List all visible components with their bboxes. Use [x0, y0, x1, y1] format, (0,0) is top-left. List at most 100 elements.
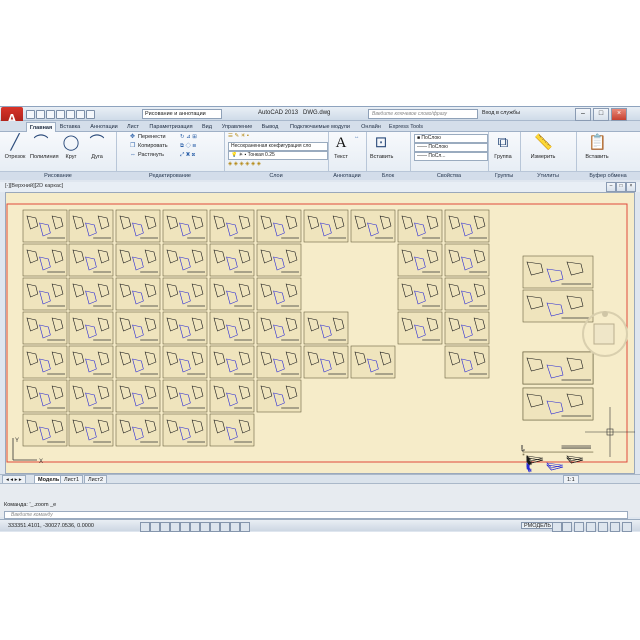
layer-tools-icon[interactable]: ◈ ◈ ◈ ◈ ◈ ◈ — [228, 161, 261, 168]
stretch-button[interactable]: ⇔ Растянуть — [130, 152, 164, 159]
arc-button[interactable]: ⌒ Дуга — [86, 134, 108, 160]
arc-icon: ⌒ — [89, 134, 105, 151]
insert-block-icon: ⊡ — [374, 134, 388, 151]
move-icon: ✥ — [130, 134, 136, 140]
panel-title-clipboard: Буфер обмена — [576, 171, 640, 180]
group-button[interactable]: ⧉ Группа — [492, 134, 514, 160]
polar-icon[interactable] — [180, 522, 190, 532]
drawing-canvas[interactable]: Y X — [5, 192, 635, 474]
open-icon[interactable] — [36, 110, 45, 119]
line-icon: ╱ — [10, 134, 20, 151]
close-icon[interactable]: × — [611, 108, 627, 121]
command-input[interactable]: Введите команду — [4, 511, 628, 519]
ducs-icon[interactable] — [220, 522, 230, 532]
saveas-icon[interactable] — [56, 110, 65, 119]
workspace-switch-icon[interactable] — [586, 522, 596, 532]
paste-icon: 📋 — [588, 134, 607, 151]
tab-view[interactable]: Вид — [199, 122, 215, 132]
color-select[interactable]: ■ ПоСлою — [414, 134, 488, 143]
panel-title-annotation: Аннотации — [328, 171, 366, 180]
tab-insert[interactable]: Вставка — [56, 122, 84, 132]
copy-icon: ❐ — [130, 143, 136, 149]
circle-icon: ◯ — [62, 134, 80, 151]
viewport-restore-icon[interactable]: □ — [616, 182, 626, 192]
scale-icon[interactable]: ⤢ ▣ ⊠ — [180, 152, 195, 159]
viewcube-icon[interactable] — [582, 311, 628, 357]
annotation-visibility-icon[interactable] — [574, 522, 584, 532]
viewport-label[interactable]: [-][Верхний][2D каркас] — [5, 183, 63, 189]
3dosnap-icon[interactable] — [200, 522, 210, 532]
isolate-icon[interactable] — [610, 522, 620, 532]
layout-tabs: ◂ ◂ ▸ ▸ Модель Лист1 Лист2 1:1 — [0, 474, 640, 485]
dimension-icon[interactable]: ↔ — [354, 134, 360, 141]
panel-title-groups: Группы — [488, 171, 520, 180]
status-bar: 333351.4101, -30027.0536, 0.0000 РМОДЕЛЬ — [0, 519, 640, 532]
copy-button[interactable]: ❐ Копировать — [130, 143, 168, 150]
redo-icon[interactable] — [86, 110, 95, 119]
quick-view-layouts-icon[interactable] — [552, 522, 562, 532]
model-button[interactable]: РМОДЕЛЬ — [521, 522, 554, 529]
grid-icon[interactable] — [160, 522, 170, 532]
move-button[interactable]: ✥ Перенести — [130, 134, 166, 141]
line-button[interactable]: ╱ Отрезок — [4, 134, 26, 160]
mirror-icon[interactable]: ⧉ ◇ ⊟ — [180, 143, 196, 150]
insert-block-button[interactable]: ⊡ Вставить — [370, 134, 393, 160]
maximize-icon[interactable]: □ — [593, 108, 609, 121]
tab-annotate[interactable]: Аннотации — [86, 122, 122, 132]
title-bar: Рисование и аннотации AutoCAD 2013 DWG.d… — [0, 107, 640, 121]
undo-icon[interactable] — [76, 110, 85, 119]
layer-state-select[interactable]: Несохраненная конфигурация сло — [228, 142, 328, 151]
sheet-detail — [546, 462, 564, 469]
viewport-minimize-icon[interactable]: – — [606, 182, 616, 192]
lineweight-select[interactable]: —— ПоСл... — [414, 152, 488, 161]
tab-manage[interactable]: Управление — [218, 122, 256, 132]
save-icon[interactable] — [46, 110, 55, 119]
drawing-sheet — [522, 453, 525, 456]
paste-button[interactable]: 📋 Вставить — [584, 134, 610, 160]
group-icon: ⧉ — [497, 134, 509, 151]
dyn-icon[interactable] — [230, 522, 240, 532]
osnap-icon[interactable] — [190, 522, 200, 532]
tab-online[interactable]: Онлайн — [358, 122, 384, 132]
panel-title-layers: Слои — [224, 171, 328, 180]
panel-annotation: A Текст ↔ Аннотации — [328, 132, 367, 180]
circle-button[interactable]: ◯ Круг — [60, 134, 82, 160]
tab-plugins[interactable]: Подключаемые модули — [284, 122, 356, 132]
tab-parametric[interactable]: Параметризация — [144, 122, 198, 132]
polyline-button[interactable]: ⌒ Полилиния — [30, 134, 59, 160]
lock-icon[interactable] — [598, 522, 608, 532]
linetype-select[interactable]: —— ПоСлою — [414, 143, 488, 152]
signin-button[interactable]: Вход в службы — [482, 110, 520, 116]
quick-view-drawings-icon[interactable] — [562, 522, 572, 532]
search-input[interactable]: Введите ключевое слово/фразу — [368, 109, 478, 119]
drawing-sheets — [22, 209, 594, 473]
panel-clipboard: 📋 Вставить Буфер обмена — [576, 132, 640, 180]
plot-icon[interactable] — [66, 110, 75, 119]
clean-screen-icon[interactable] — [622, 522, 632, 532]
workspace-select[interactable]: Рисование и аннотации — [142, 109, 222, 119]
measure-button[interactable]: 📏 Измерить — [528, 134, 558, 160]
tab-express-tools[interactable]: Express Tools — [386, 122, 426, 132]
svg-text:X: X — [39, 459, 43, 465]
panel-layers: ☰ ✎ ☀ ▪ Несохраненная конфигурация сло 💡… — [224, 132, 329, 180]
current-layer-select[interactable]: 💡 ☀ ▪ Тонкая 0.25 — [228, 151, 328, 160]
tab-output[interactable]: Вывод — [258, 122, 282, 132]
panel-title-modify: Редактирование — [116, 171, 224, 180]
tab-layout[interactable]: Лист — [123, 122, 143, 132]
lineweight-icon[interactable] — [240, 522, 250, 532]
svg-text:Y: Y — [15, 438, 19, 444]
command-area: Команда: '_.zoom _e Введите команду — [0, 483, 640, 519]
panel-block: ⊡ Вставить Блок — [366, 132, 411, 180]
panel-title-draw: Рисование — [0, 171, 116, 180]
new-icon[interactable] — [26, 110, 35, 119]
viewport-close-icon[interactable]: × — [626, 182, 636, 192]
snap-icon[interactable] — [150, 522, 160, 532]
stretch-icon: ⇔ — [130, 152, 136, 158]
infer-constraints-icon[interactable] — [140, 522, 150, 532]
ortho-icon[interactable] — [170, 522, 180, 532]
otrack-icon[interactable] — [210, 522, 220, 532]
layer-properties-icon[interactable]: ☰ ✎ ☀ ▪ — [228, 133, 249, 140]
minimize-icon[interactable]: – — [575, 108, 591, 121]
rotate-icon[interactable]: ↻ ⊿ ⊞ — [180, 134, 197, 141]
text-button[interactable]: A Текст — [330, 134, 352, 160]
